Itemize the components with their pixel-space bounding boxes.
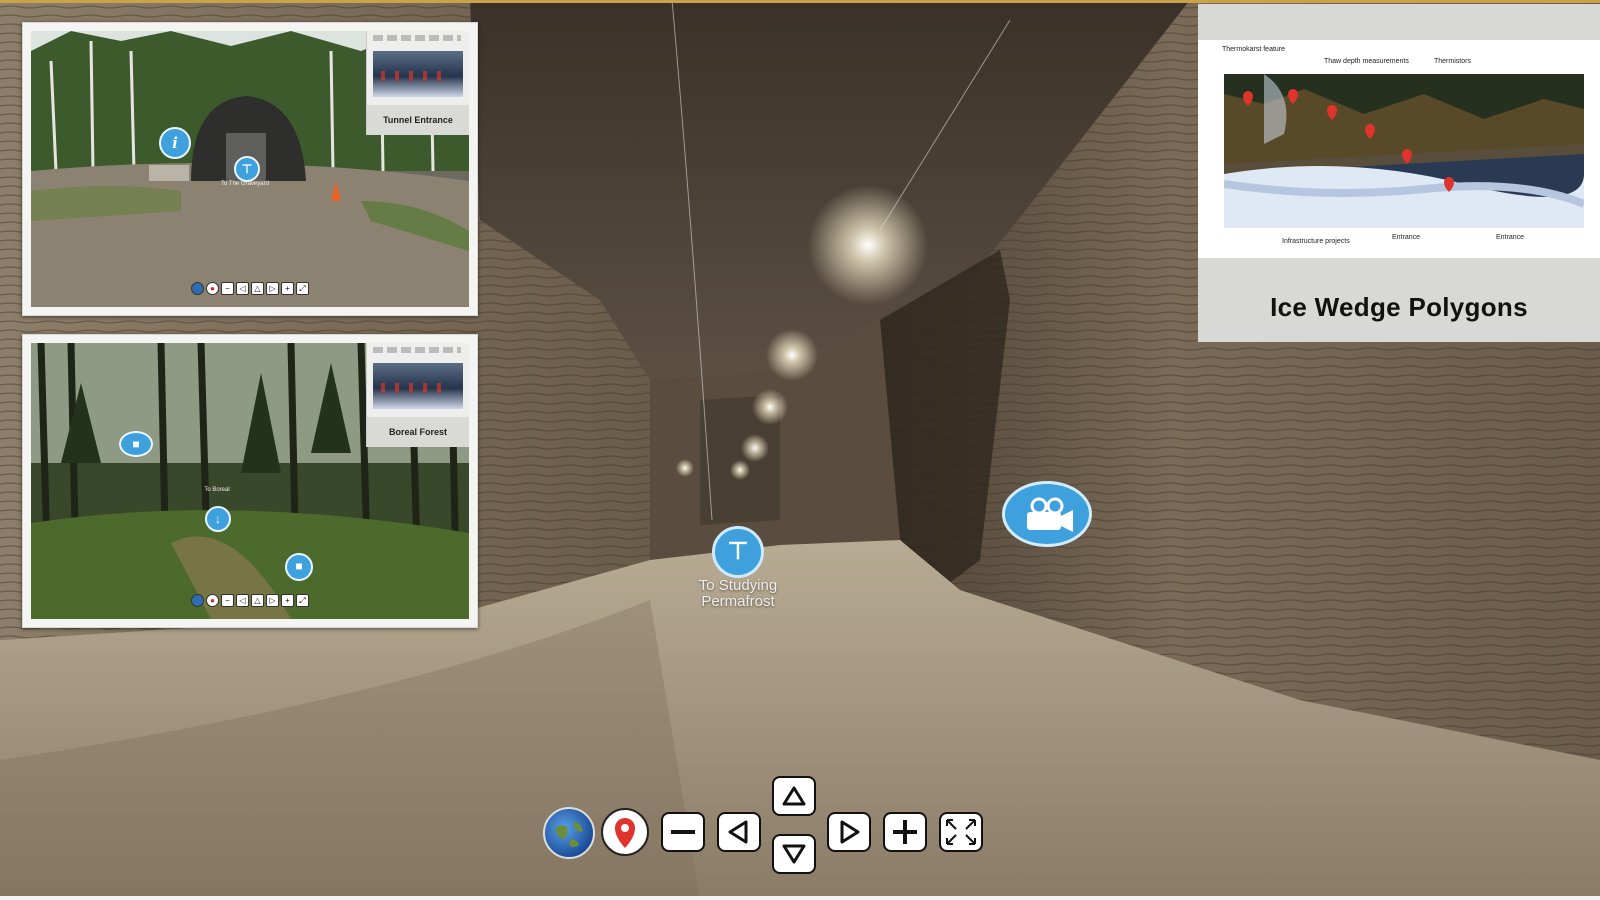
nav-hotspot-boreal[interactable]: ↓ bbox=[205, 506, 231, 532]
fullscreen-icon: ⤢ bbox=[296, 281, 309, 295]
thumb-header-lines bbox=[373, 35, 461, 41]
minus-icon: − bbox=[221, 593, 234, 607]
plus-icon: + bbox=[281, 593, 294, 607]
label-entrance-2: Entrance bbox=[1496, 234, 1525, 241]
triangle-down-icon bbox=[782, 844, 806, 864]
preview-mini-toolbar: ● − ◁ △ ▷ + ⤢ bbox=[191, 591, 309, 609]
triangle-right-icon: ▷ bbox=[266, 593, 279, 607]
preview-panel-boreal-forest[interactable]: ■ To Boreal ↓ ■ ● − ◁ △ ▷ + ⤢ Boreal For… bbox=[22, 334, 478, 628]
zoom-out-button[interactable] bbox=[661, 812, 705, 852]
preview-thumb-tunnel-entrance: Tunnel Entrance bbox=[366, 31, 469, 135]
label-thermokarst: Thermokarst feature bbox=[1222, 46, 1286, 53]
fullscreen-icon: ⤢ bbox=[296, 593, 309, 607]
pan-down-button[interactable] bbox=[772, 834, 816, 874]
bottom-edge-bar bbox=[0, 896, 1600, 900]
preview-thumb-boreal-forest: Boreal Forest bbox=[366, 343, 469, 447]
map-pin-icon: ● bbox=[206, 281, 219, 295]
triangle-up-icon: △ bbox=[251, 593, 264, 607]
video-hotspot[interactable]: ■ bbox=[119, 431, 153, 457]
globe-button[interactable] bbox=[543, 807, 595, 859]
plus-icon: + bbox=[281, 281, 294, 295]
video-camera-icon bbox=[1027, 497, 1073, 532]
thumb-caption: Boreal Forest bbox=[367, 417, 469, 447]
triangle-left-icon: ◁ bbox=[236, 593, 249, 607]
zoom-in-button[interactable] bbox=[883, 812, 927, 852]
aerial-photo-graphic bbox=[1224, 74, 1584, 228]
info-panel-title: Ice Wedge Polygons bbox=[1270, 292, 1528, 322]
preview-panel-tunnel-entrance[interactable]: i ⊤ To The Graveyard ● − ◁ △ ▷ + ⤢ Tunne… bbox=[22, 22, 478, 316]
nav-hotspot-graveyard[interactable]: ⊤ bbox=[234, 156, 260, 182]
pan-up-button[interactable] bbox=[772, 776, 816, 816]
nav-hotspot-boreal-label: To Boreal bbox=[204, 487, 230, 493]
minus-icon bbox=[671, 830, 695, 834]
top-accent-line bbox=[0, 0, 1600, 3]
globe-icon bbox=[191, 281, 204, 295]
fullscreen-button[interactable] bbox=[939, 812, 983, 852]
nav-hotspot-graveyard-label: To The Graveyard bbox=[221, 181, 269, 187]
video-hotspot-2[interactable]: ■ bbox=[285, 553, 313, 581]
triangle-up-icon bbox=[782, 786, 806, 806]
map-pin-icon: ● bbox=[206, 593, 219, 607]
label-infrastructure: Infrastructure projects bbox=[1282, 238, 1350, 245]
map-pin-icon bbox=[615, 818, 635, 848]
triangle-right-icon: ▷ bbox=[266, 281, 279, 295]
label-thaw-depth: Thaw depth measurements bbox=[1324, 58, 1409, 65]
minus-icon: − bbox=[221, 281, 234, 295]
nav-hotspot-label: To Studying Permafrost bbox=[698, 577, 778, 610]
preview-mini-toolbar: ● − ◁ △ ▷ + ⤢ bbox=[191, 279, 309, 297]
nav-hotspot-studying-permafrost[interactable]: ⊤ bbox=[712, 526, 764, 578]
triangle-left-icon: ◁ bbox=[236, 281, 249, 295]
thumb-mini-photo bbox=[373, 51, 463, 97]
thumb-mini-photo bbox=[373, 363, 463, 409]
aerial-photo bbox=[1224, 74, 1584, 228]
thumb-header-lines bbox=[373, 347, 461, 353]
globe-icon bbox=[555, 821, 583, 847]
video-hotspot-main[interactable] bbox=[1002, 481, 1092, 547]
info-hotspot[interactable]: i bbox=[159, 127, 191, 159]
pan-right-button[interactable] bbox=[827, 812, 871, 852]
label-entrance-1: Entrance bbox=[1392, 234, 1421, 241]
triangle-up-icon: △ bbox=[251, 281, 264, 295]
map-pin-button[interactable] bbox=[601, 808, 649, 856]
bottom-toolbar bbox=[0, 776, 1600, 880]
info-panel-ice-wedge-polygons[interactable]: Thermokarst feature Thaw depth measureme… bbox=[1198, 4, 1600, 342]
label-thermistors: Thermistors bbox=[1434, 58, 1471, 65]
globe-icon bbox=[191, 593, 204, 607]
triangle-right-icon bbox=[840, 820, 860, 844]
triangle-left-icon bbox=[728, 820, 748, 844]
thumb-caption: Tunnel Entrance bbox=[367, 105, 469, 135]
info-sheet: Thermokarst feature Thaw depth measureme… bbox=[1198, 40, 1600, 258]
plus-icon bbox=[893, 820, 917, 844]
fullscreen-icon bbox=[946, 819, 976, 845]
pan-left-button[interactable] bbox=[717, 812, 761, 852]
